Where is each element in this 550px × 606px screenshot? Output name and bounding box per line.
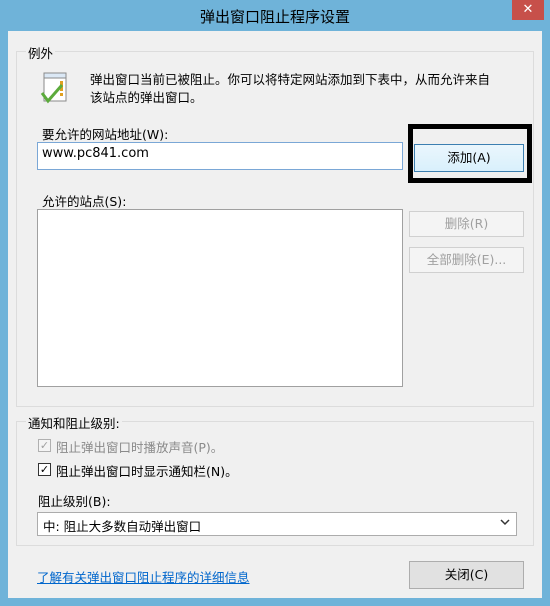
close-button[interactable]: 关闭(C) (409, 561, 524, 589)
block-level-label: 阻止级别(B): (38, 494, 111, 509)
dialog-window: 弹出窗口阻止程序设置 ✕ 例外 弹出窗口当前已被阻止。你可以将特定网站添加到下表… (0, 0, 550, 606)
dialog-client-area: 例外 弹出窗口当前已被阻止。你可以将特定网站添加到下表中，从而允许来自该站点的弹… (8, 31, 542, 598)
remove-button[interactable]: 删除(R) (409, 211, 524, 237)
window-title: 弹出窗口阻止程序设置 (199, 8, 350, 26)
learn-more-link[interactable]: 了解有关弹出窗口阻止程序的详细信息 (37, 567, 250, 586)
title-bar[interactable]: 弹出窗口阻止程序设置 ✕ (0, 0, 550, 31)
show-notification-bar-checkbox[interactable]: ✓ (38, 463, 51, 476)
show-notification-bar-label: 阻止弹出窗口时显示通知栏(N)。 (56, 464, 238, 479)
popup-warning-icon (38, 71, 72, 109)
play-sound-label: 阻止弹出窗口时播放声音(P)。 (56, 440, 224, 455)
notification-group-label: 通知和阻止级别: (26, 413, 122, 432)
window-close-button[interactable]: ✕ (512, 0, 544, 20)
play-sound-checkbox[interactable]: ✓ (38, 439, 51, 452)
exceptions-description: 弹出窗口当前已被阻止。你可以将特定网站添加到下表中，从而允许来自该站点的弹出窗口… (90, 72, 491, 105)
address-label: 要允许的网站地址(W): (42, 127, 169, 142)
block-level-select[interactable]: 中: 阻止大多数自动弹出窗口 (37, 512, 517, 536)
exceptions-group-label: 例外 (26, 43, 56, 62)
website-address-input[interactable]: www.pc841.com (37, 142, 403, 170)
block-level-value: 中: 阻止大多数自动弹出窗口 (43, 519, 202, 534)
allowed-sites-list[interactable] (37, 209, 403, 387)
add-button-highlight (408, 124, 532, 183)
chevron-down-icon (500, 517, 510, 530)
remove-all-button[interactable]: 全部删除(E)... (409, 247, 524, 273)
allowed-sites-label: 允许的站点(S): (42, 194, 127, 209)
